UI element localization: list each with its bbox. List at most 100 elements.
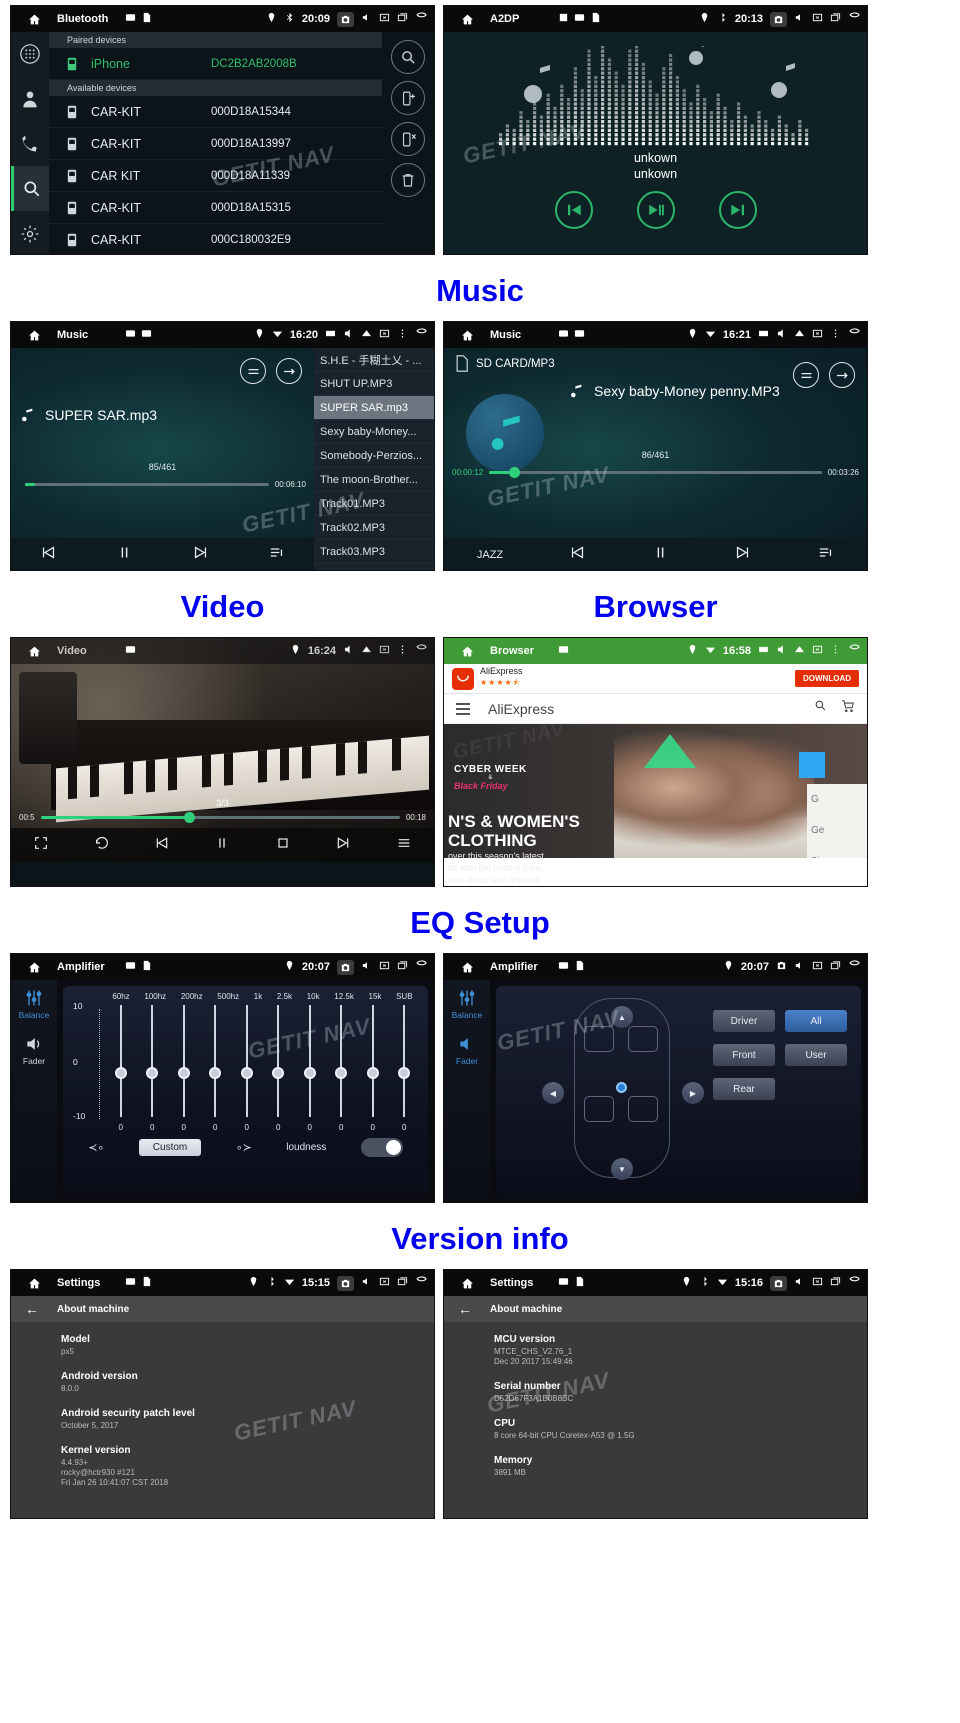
screenshot-icon[interactable] bbox=[758, 326, 769, 344]
volume-icon[interactable] bbox=[794, 958, 805, 976]
next-icon[interactable] bbox=[335, 835, 351, 856]
eject-icon[interactable] bbox=[794, 642, 805, 660]
playlist-icon[interactable] bbox=[396, 835, 412, 856]
close-icon[interactable] bbox=[812, 10, 823, 28]
playlist-icon[interactable] bbox=[268, 544, 285, 566]
recents-icon[interactable] bbox=[397, 1274, 408, 1292]
device-row[interactable]: CAR-KIT 000D18A15344 bbox=[49, 96, 382, 128]
home-icon[interactable] bbox=[444, 645, 490, 658]
download-button[interactable]: DOWNLOAD bbox=[795, 670, 859, 687]
seat-rear-left[interactable] bbox=[584, 1096, 614, 1122]
volume-icon[interactable] bbox=[361, 958, 372, 976]
volume-icon[interactable] bbox=[343, 642, 354, 660]
repeat-mode-icon[interactable] bbox=[829, 362, 855, 388]
pause-icon[interactable] bbox=[214, 835, 230, 856]
screenshot-icon[interactable] bbox=[325, 326, 336, 344]
delete-icon[interactable] bbox=[391, 163, 425, 197]
back-icon[interactable] bbox=[848, 1274, 861, 1292]
list-item[interactable]: Model px5 bbox=[61, 1334, 434, 1357]
pause-icon[interactable] bbox=[116, 544, 133, 566]
list-item[interactable]: Sexy baby-Money... bbox=[314, 420, 434, 444]
device-row[interactable]: CAR-KIT 000C180032E9 bbox=[49, 224, 382, 254]
right-arrow-icon[interactable]: ▶ bbox=[682, 1082, 704, 1104]
sidebar-item-balance[interactable]: Balance bbox=[452, 988, 482, 1020]
list-item[interactable]: Android security patch level October 5, … bbox=[61, 1408, 434, 1431]
overflow-menu-icon[interactable] bbox=[830, 326, 841, 344]
progress-bar[interactable] bbox=[489, 467, 822, 478]
list-item[interactable]: S.H.E - 手糊土乂 - ... bbox=[314, 348, 434, 372]
list-item[interactable]: Memory 3891 MB bbox=[494, 1455, 867, 1478]
recents-icon[interactable] bbox=[830, 958, 841, 976]
list-item[interactable]: SUPER SAR.mp3 bbox=[314, 396, 434, 420]
sidebar-item-fader[interactable]: Fader bbox=[456, 1034, 478, 1066]
unpair-device-icon[interactable] bbox=[391, 122, 425, 156]
sidebar-item-search[interactable] bbox=[11, 166, 49, 212]
sidebar-item-apps[interactable] bbox=[11, 32, 49, 77]
close-icon[interactable] bbox=[812, 958, 823, 976]
recents-icon[interactable] bbox=[830, 1274, 841, 1292]
back-icon[interactable] bbox=[848, 958, 861, 976]
volume-icon[interactable] bbox=[794, 10, 805, 28]
fullscreen-icon[interactable] bbox=[33, 835, 49, 856]
playlist-icon[interactable] bbox=[817, 544, 834, 566]
preset-button-front[interactable]: Front bbox=[713, 1044, 775, 1066]
eq-slider[interactable] bbox=[209, 1005, 222, 1117]
progress-bar[interactable] bbox=[40, 812, 400, 823]
seat-rear-right[interactable] bbox=[628, 1096, 658, 1122]
seat-front-right[interactable] bbox=[628, 1026, 658, 1052]
eq-slider[interactable] bbox=[335, 1005, 348, 1117]
eq-slider[interactable] bbox=[114, 1005, 127, 1117]
device-list[interactable]: Paired devices iPhone DC2B2AB2008B Avail… bbox=[49, 32, 382, 254]
back-icon[interactable] bbox=[415, 958, 428, 976]
app-install-banner[interactable]: AliExpress ★★★★⯪ DOWNLOAD bbox=[444, 664, 867, 694]
device-row[interactable]: CAR-KIT 000D18A13997 bbox=[49, 128, 382, 160]
volume-icon[interactable] bbox=[361, 1274, 372, 1292]
next-icon[interactable] bbox=[192, 544, 209, 566]
previous-icon[interactable] bbox=[154, 835, 170, 856]
recents-icon[interactable] bbox=[830, 10, 841, 28]
chevron-right-icon[interactable]: ∘≻ bbox=[236, 1141, 252, 1154]
eq-slider[interactable] bbox=[272, 1005, 285, 1117]
home-icon[interactable] bbox=[11, 645, 57, 658]
device-row[interactable]: iPhone DC2B2AB2008B bbox=[49, 48, 382, 80]
next-icon[interactable] bbox=[718, 191, 757, 229]
list-item[interactable]: Track01.MP3 bbox=[314, 492, 434, 516]
close-icon[interactable] bbox=[812, 1274, 823, 1292]
volume-icon[interactable] bbox=[776, 326, 787, 344]
next-icon[interactable] bbox=[734, 544, 751, 566]
eq-slider[interactable] bbox=[240, 1005, 253, 1117]
back-icon[interactable] bbox=[415, 642, 428, 660]
previous-icon[interactable] bbox=[569, 544, 586, 566]
loudness-toggle[interactable] bbox=[360, 1138, 403, 1157]
camera-icon[interactable] bbox=[776, 958, 787, 976]
home-icon[interactable] bbox=[444, 961, 490, 974]
sidebar-item-contacts[interactable] bbox=[11, 77, 49, 122]
back-icon[interactable] bbox=[415, 1274, 428, 1292]
promo-banner[interactable]: CYBER WEEK & Black Friday N'S & WOMEN'S … bbox=[444, 724, 867, 858]
stop-icon[interactable] bbox=[275, 835, 291, 856]
chevron-left-icon[interactable]: ≺∘ bbox=[88, 1141, 104, 1154]
close-icon[interactable] bbox=[379, 958, 390, 976]
home-icon[interactable] bbox=[444, 13, 490, 26]
preset-button-all[interactable]: All bbox=[785, 1010, 847, 1032]
back-icon[interactable] bbox=[415, 326, 428, 344]
sidebar-item-call-log[interactable] bbox=[11, 122, 49, 167]
seat-front-left[interactable] bbox=[584, 1026, 614, 1052]
search-icon[interactable] bbox=[391, 40, 425, 74]
overflow-menu-icon[interactable] bbox=[830, 642, 841, 660]
preset-button-driver[interactable]: Driver bbox=[713, 1010, 775, 1032]
back-icon[interactable] bbox=[848, 326, 861, 344]
back-arrow-icon[interactable]: ← bbox=[458, 1301, 472, 1317]
down-arrow-icon[interactable]: ▼ bbox=[611, 1158, 633, 1180]
list-item[interactable]: Kernel version 4.4.93+ rocky@hctr930 #12… bbox=[61, 1445, 434, 1488]
sidebar-item-balance[interactable]: Balance bbox=[19, 988, 49, 1020]
camera-icon[interactable] bbox=[770, 1275, 787, 1291]
pause-icon[interactable] bbox=[652, 544, 669, 566]
eq-slider[interactable] bbox=[146, 1005, 159, 1117]
preset-button-user[interactable]: User bbox=[785, 1044, 847, 1066]
close-icon[interactable] bbox=[812, 642, 823, 660]
camera-icon[interactable] bbox=[337, 1275, 354, 1291]
close-icon[interactable] bbox=[379, 326, 390, 344]
repeat-icon[interactable] bbox=[94, 835, 110, 856]
camera-icon[interactable] bbox=[337, 11, 354, 27]
